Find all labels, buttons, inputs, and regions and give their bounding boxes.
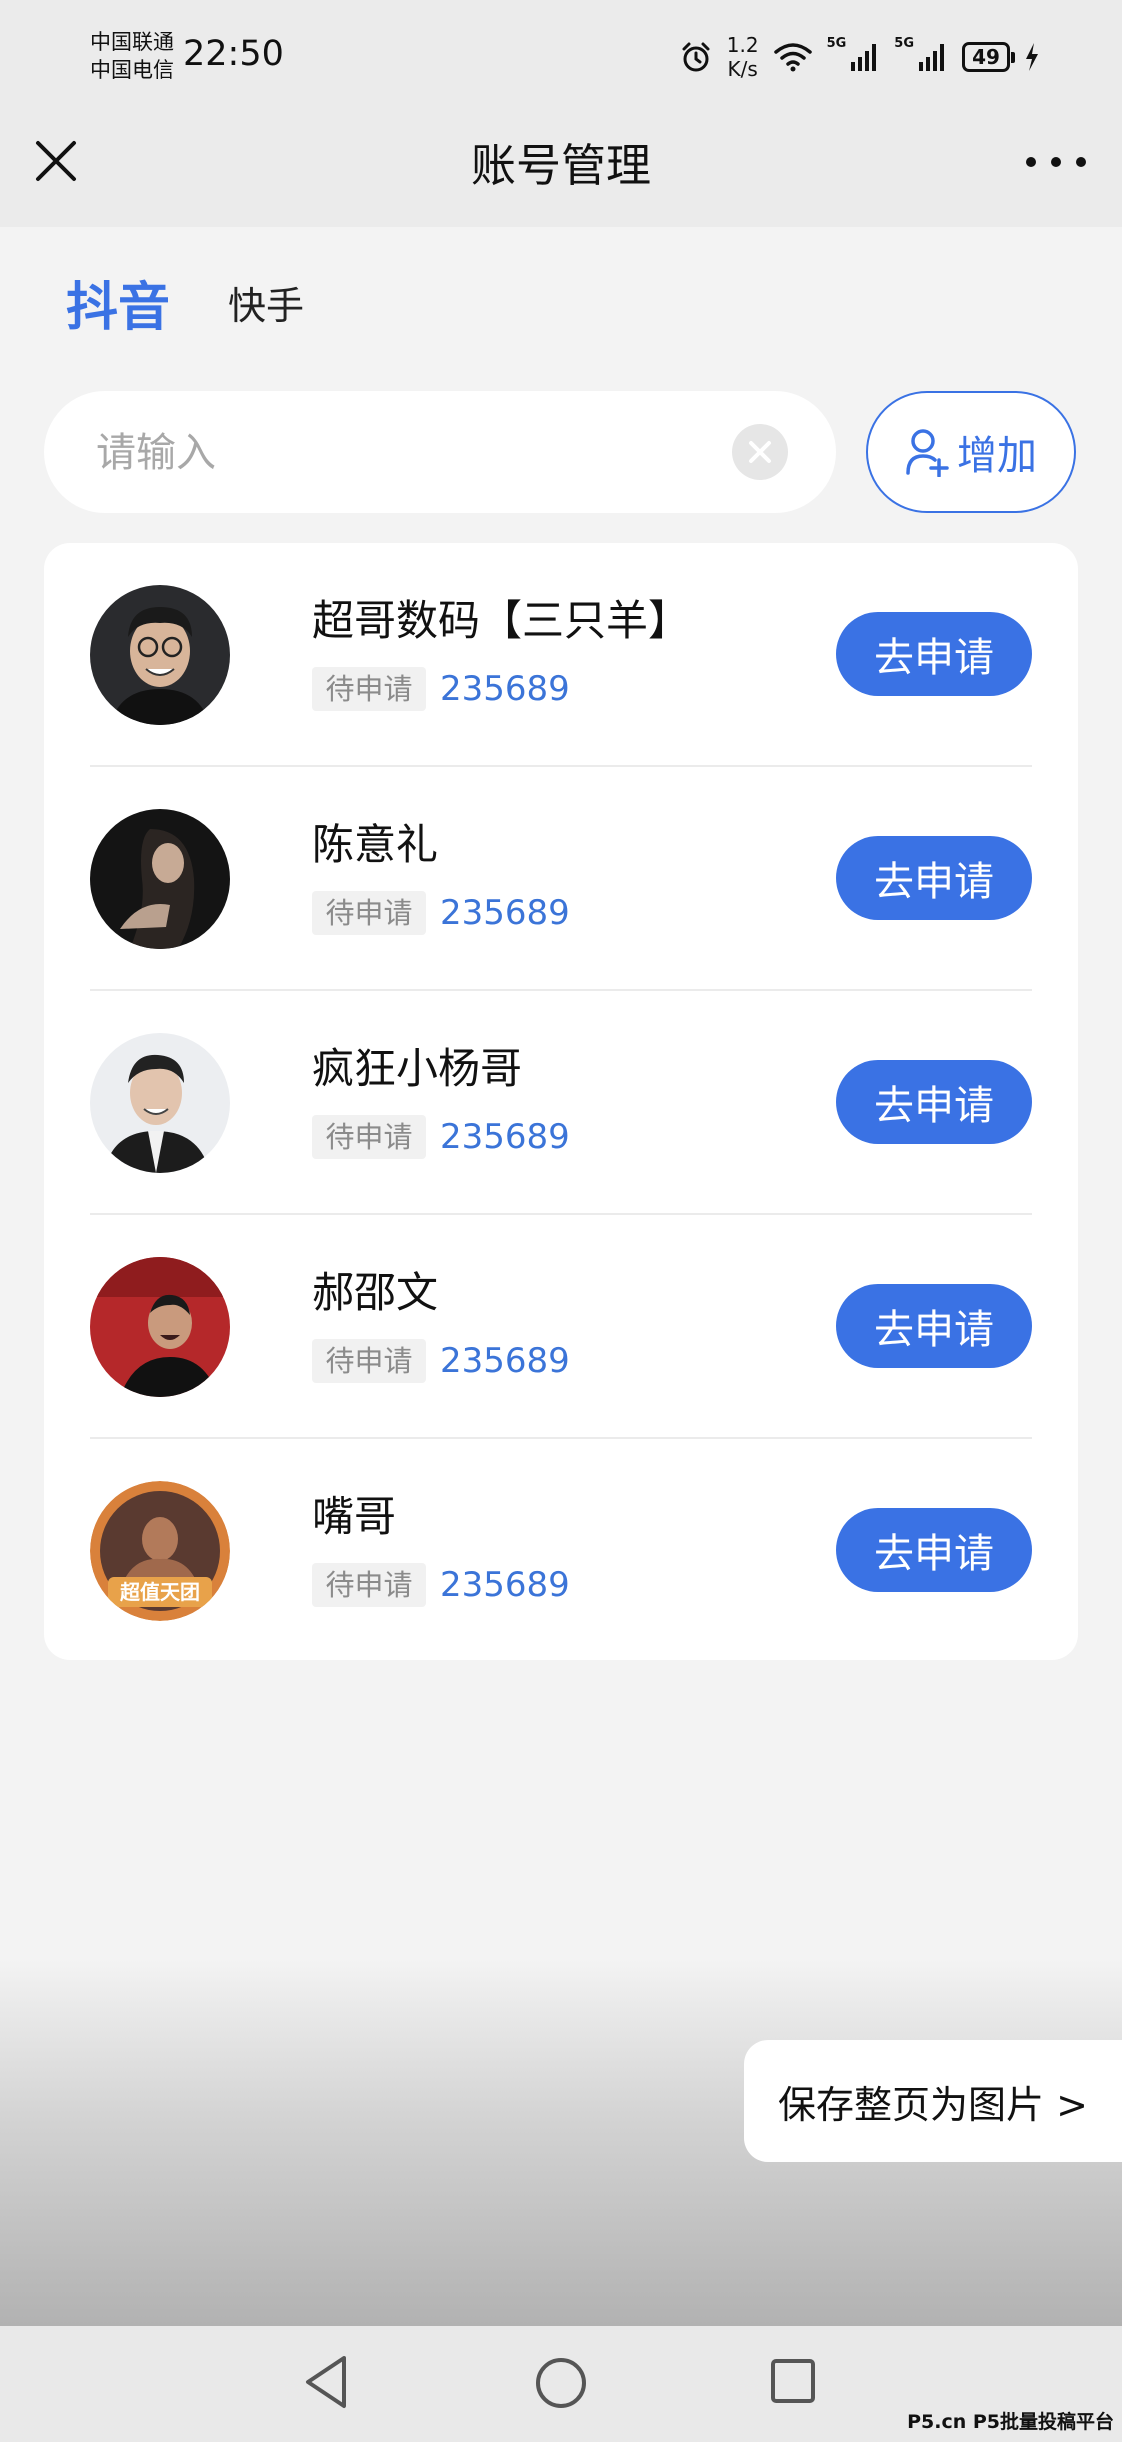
status-badge: 待申请 <box>312 1339 426 1383</box>
avatar <box>90 1257 230 1397</box>
back-icon[interactable] <box>302 2354 350 2410</box>
account-name: 嘴哥 <box>312 1492 397 1541</box>
account-code: 235689 <box>440 893 570 933</box>
platform-tabs: 抖音 快手 <box>66 262 304 342</box>
account-row: 超哥数码【三只羊】 待申请 235689 去申请 <box>90 543 1032 767</box>
avatar <box>90 585 230 725</box>
apply-button[interactable]: 去申请 <box>836 1508 1032 1592</box>
apply-button[interactable]: 去申请 <box>836 1284 1032 1368</box>
add-account-button[interactable]: 增加 <box>866 391 1076 513</box>
home-icon[interactable] <box>534 2356 588 2410</box>
clear-search-button[interactable] <box>732 424 788 480</box>
account-name: 超哥数码【三只羊】 <box>312 596 691 645</box>
account-name: 陈意礼 <box>312 820 439 869</box>
search-input[interactable] <box>94 391 738 515</box>
status-time: 22:50 <box>183 34 284 74</box>
account-row: 郝邵文 待申请 235689 去申请 <box>90 1215 1032 1439</box>
apply-button[interactable]: 去申请 <box>836 836 1032 920</box>
account-list: 超哥数码【三只羊】 待申请 235689 去申请 陈意礼 待申请 235689 … <box>44 543 1078 1660</box>
account-code: 235689 <box>440 1565 570 1605</box>
search-box <box>44 391 836 515</box>
avatar <box>90 1033 230 1173</box>
signal-icon <box>919 44 944 71</box>
apply-button[interactable]: 去申请 <box>836 612 1032 696</box>
avatar: 超值天团 <box>90 1481 230 1621</box>
avatar <box>90 809 230 949</box>
sim2-5g-label: 5G <box>894 36 914 51</box>
clear-icon <box>749 441 771 463</box>
sim1-5g-label: 5G <box>826 36 847 51</box>
tab-douyin[interactable]: 抖音 <box>66 265 170 340</box>
charging-icon <box>1026 43 1038 71</box>
add-user-icon <box>906 429 949 477</box>
account-name: 郝邵文 <box>312 1268 439 1317</box>
app-header: 账号管理 <box>0 115 1122 227</box>
add-button-label: 增加 <box>957 433 1037 479</box>
save-page-image-button[interactable]: 保存整页为图片 > <box>744 2040 1122 2162</box>
battery-icon: 49 <box>962 42 1015 72</box>
signal-icon <box>851 44 877 71</box>
alarm-icon <box>682 42 710 72</box>
account-code: 235689 <box>440 1117 570 1157</box>
network-speed: 1.2 K/s <box>726 33 759 81</box>
status-badge: 待申请 <box>312 1115 426 1159</box>
status-bar: 中国联通 中国电信 22:50 1.2 K/s 5G 5G 49 <box>0 0 1122 115</box>
carrier-2: 中国电信 <box>90 58 174 82</box>
carrier-info: 中国联通 中国电信 <box>90 28 174 84</box>
avatar-badge-text: 超值天团 <box>120 1580 200 1604</box>
account-row: 超值天团 嘴哥 待申请 235689 去申请 <box>90 1439 1032 1663</box>
account-code: 235689 <box>440 669 570 709</box>
battery-level: 49 <box>972 45 1000 69</box>
apply-button[interactable]: 去申请 <box>836 1060 1032 1144</box>
status-badge: 待申请 <box>312 667 426 711</box>
page-title: 账号管理 <box>470 139 651 192</box>
recent-apps-icon[interactable] <box>770 2358 816 2404</box>
tab-kuaishou[interactable]: 快手 <box>228 275 304 330</box>
status-badge: 待申请 <box>312 891 426 935</box>
carrier-1: 中国联通 <box>90 30 174 54</box>
status-badge: 待申请 <box>312 1563 426 1607</box>
system-nav-bar: P5.cn P5批量投稿平台 <box>0 2326 1122 2442</box>
wifi-icon <box>773 43 812 72</box>
account-row: 疯狂小杨哥 待申请 235689 去申请 <box>90 991 1032 1215</box>
account-name: 疯狂小杨哥 <box>312 1044 523 1093</box>
account-code: 235689 <box>440 1341 570 1381</box>
account-row: 陈意礼 待申请 235689 去申请 <box>90 767 1032 991</box>
status-icons: 1.2 K/s 5G 5G 49 <box>679 32 1040 82</box>
more-icon[interactable] <box>1026 137 1086 187</box>
watermark: P5.cn P5批量投稿平台 <box>907 2411 1114 2433</box>
